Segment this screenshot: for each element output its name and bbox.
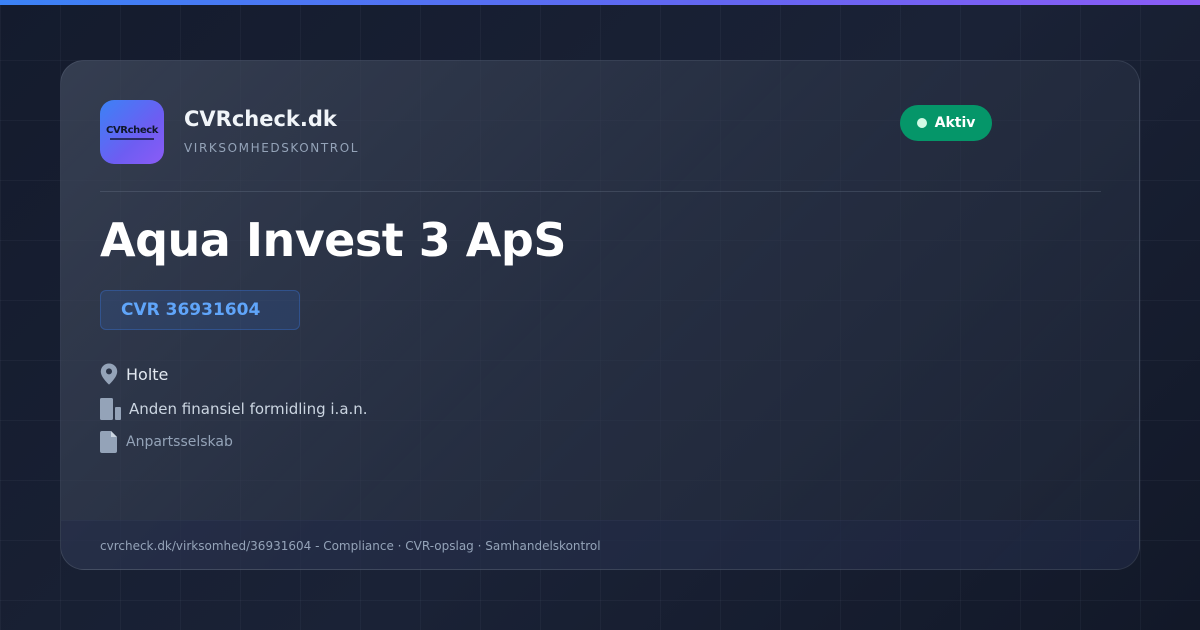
- status-dot-icon: [916, 118, 927, 128]
- cvr-badge: CVR 36931604: [100, 290, 300, 330]
- footer-text: cvrcheck.dk/virksomhed/36931604 - Compli…: [100, 539, 601, 553]
- building-icon: [100, 398, 121, 420]
- info-row-industry: Anden finansiel formidling i.a.n.: [100, 398, 368, 420]
- top-accent-bar: [0, 0, 1200, 5]
- company-card: CVRcheck CVRcheck.dk VIRKSOMHEDSKONTROL …: [60, 60, 1140, 570]
- document-icon: [100, 431, 117, 453]
- company-city: Holte: [126, 364, 169, 384]
- status-label: Aktiv: [934, 115, 976, 131]
- brand-name: CVRcheck.dk: [184, 107, 337, 131]
- brand-tagline: VIRKSOMHEDSKONTROL: [184, 141, 360, 155]
- status-badge: Aktiv: [900, 105, 992, 141]
- company-name: Aqua Invest 3 ApS: [100, 213, 566, 267]
- card-footer: cvrcheck.dk/virksomhed/36931604 - Compli…: [61, 520, 1139, 569]
- map-pin-icon: [100, 363, 118, 385]
- company-industry: Anden finansiel formidling i.a.n.: [129, 400, 368, 418]
- info-row-company-type: Anpartsselskab: [100, 431, 233, 453]
- company-type: Anpartsselskab: [126, 434, 233, 450]
- brand-logo: CVRcheck: [100, 100, 164, 164]
- header-divider: [100, 191, 1101, 192]
- info-row-city: Holte: [100, 363, 168, 385]
- brand-logo-text: CVRcheck: [106, 124, 158, 136]
- cvr-number: CVR 36931604: [121, 300, 261, 320]
- logo-underline: [110, 137, 154, 140]
